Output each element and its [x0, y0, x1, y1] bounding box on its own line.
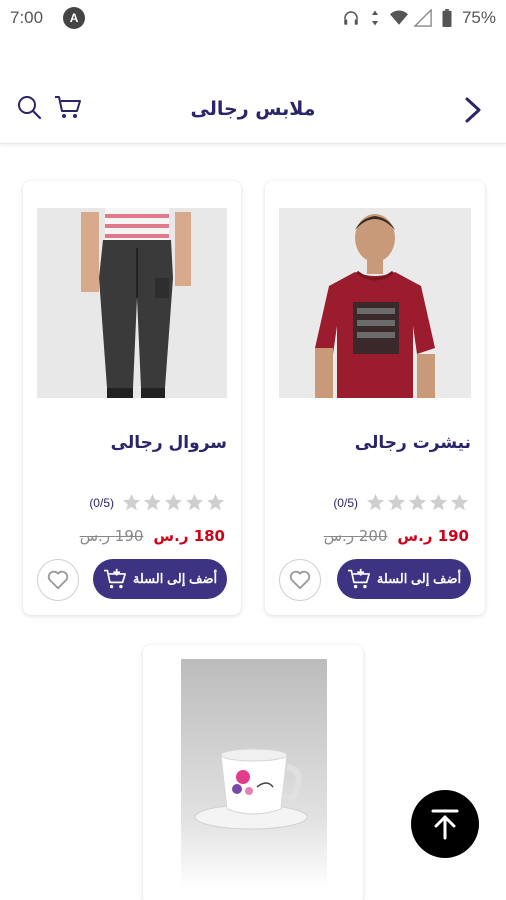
product-name[interactable]: نيشرت رجالى: [355, 433, 471, 453]
tshirt-product-image[interactable]: [279, 208, 471, 398]
product-rating: (0/5): [89, 493, 225, 512]
battery-icon: [438, 9, 456, 27]
star-icon: [429, 493, 448, 511]
rating-count: (0/5): [333, 495, 358, 510]
product-name[interactable]: سروال رجالى: [111, 433, 227, 453]
price-current: 190 ر.س: [397, 527, 469, 545]
favorite-button[interactable]: [37, 559, 79, 601]
data-arrows-icon: [366, 9, 384, 27]
heart-icon: [289, 570, 311, 590]
status-bar: 7:00 A 75%: [0, 0, 506, 36]
headphones-icon: [342, 9, 360, 27]
wifi-icon: [389, 9, 408, 27]
star-icon: [206, 493, 225, 511]
page-title: ملابس رجالى: [190, 98, 316, 120]
star-icon: [387, 493, 406, 511]
cart-add-icon: [347, 568, 370, 589]
trousers-product-image[interactable]: [37, 208, 227, 398]
add-to-cart-label: أضف إلى السلة: [132, 571, 218, 586]
price-original: 190 ر.س: [79, 527, 144, 545]
cart-add-icon: [103, 568, 126, 589]
price-original: 200 ر.س: [323, 527, 388, 545]
star-icon: [143, 493, 162, 511]
status-time: 7:00: [10, 8, 44, 27]
star-icon: [122, 493, 141, 511]
product-card[interactable]: سروال رجالى (0/5) 180 ر.س 190 ر.س أضف إل…: [23, 181, 241, 615]
app-header: ملابس رجالى: [0, 76, 506, 144]
price-row: 190 ر.س 200 ر.س: [324, 527, 469, 545]
battery-percentage: 75%: [461, 8, 496, 27]
price-row: 180 ر.س 190 ر.س: [80, 527, 225, 545]
rating-count: (0/5): [89, 495, 114, 510]
arrow-up-icon: [431, 809, 459, 840]
status-icons: 75%: [342, 8, 496, 28]
star-icon: [450, 493, 469, 511]
product-rating: (0/5): [333, 493, 469, 512]
a-circle-icon: A: [63, 7, 86, 29]
add-to-cart-button[interactable]: أضف إلى السلة: [93, 559, 227, 599]
mug-product-image[interactable]: [181, 659, 327, 889]
add-to-cart-label: أضف إلى السلة: [376, 571, 462, 586]
scroll-to-top-button[interactable]: [411, 790, 479, 858]
price-current: 180 ر.س: [153, 527, 225, 545]
chevron-right-icon[interactable]: [464, 96, 482, 128]
heart-icon: [47, 570, 69, 590]
star-icon: [164, 493, 183, 511]
favorite-button[interactable]: [279, 559, 321, 601]
star-icon: [366, 493, 385, 511]
add-to-cart-button[interactable]: أضف إلى السلة: [337, 559, 471, 599]
star-icon: [408, 493, 427, 511]
product-card[interactable]: نيشرت رجالى (0/5) 190 ر.س 200 ر.س أضف إل…: [265, 181, 485, 615]
star-icon: [185, 493, 204, 511]
product-card[interactable]: [143, 645, 363, 900]
signal-icon: [413, 9, 432, 27]
